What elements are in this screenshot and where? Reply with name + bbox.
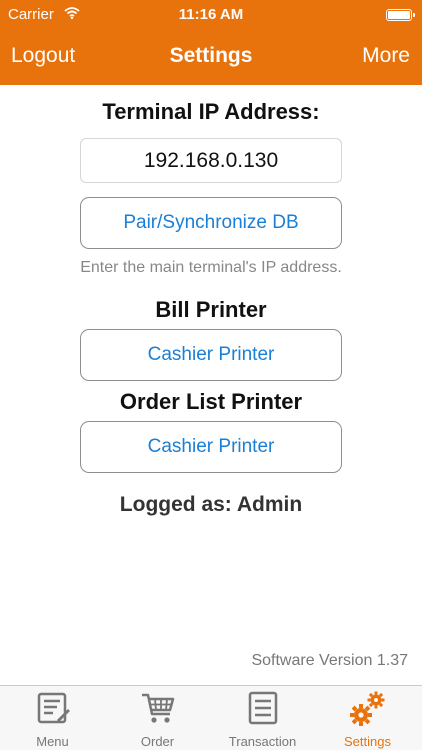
page-title: Settings [169,44,253,67]
tab-transaction[interactable]: Transaction [210,686,315,751]
logged-as-text: Logged as: Admin [119,493,303,516]
cart-icon [141,693,174,723]
transaction-icon [248,691,277,725]
bill-printer-heading: Bill Printer [155,297,267,322]
bill-printer-button[interactable]: Cashier Printer [80,329,342,381]
tab-bar: Menu Order Transaction Settings [0,685,422,750]
tab-label-menu: Menu [36,734,69,749]
order-list-printer-button[interactable]: Cashier Printer [80,421,342,473]
status-bar: Carrier 11:16 AM [0,0,422,30]
pair-synchronize-button[interactable]: Pair/Synchronize DB [80,197,342,249]
tab-label-settings: Settings [344,734,391,749]
tab-menu[interactable]: Menu [0,686,105,751]
navigation-bar: Logout Settings More [0,30,422,85]
terminal-ip-heading: Terminal IP Address: [102,99,320,124]
software-version: Software Version 1.37 [251,652,408,669]
tab-settings[interactable]: Settings [315,686,420,751]
battery-icon [386,9,415,21]
terminal-ip-field[interactable]: 192.168.0.130 [80,138,342,183]
tab-order[interactable]: Order [105,686,210,751]
ip-hint-text: Enter the main terminal's IP address. [80,259,342,276]
menu-icon [37,692,70,724]
tab-label-transaction: Transaction [228,734,297,749]
gears-icon [349,691,384,726]
clock: 11:16 AM [178,6,244,23]
tab-label-order: Order [140,734,175,749]
order-list-printer-heading: Order List Printer [119,389,303,414]
more-button[interactable]: More [362,44,410,68]
